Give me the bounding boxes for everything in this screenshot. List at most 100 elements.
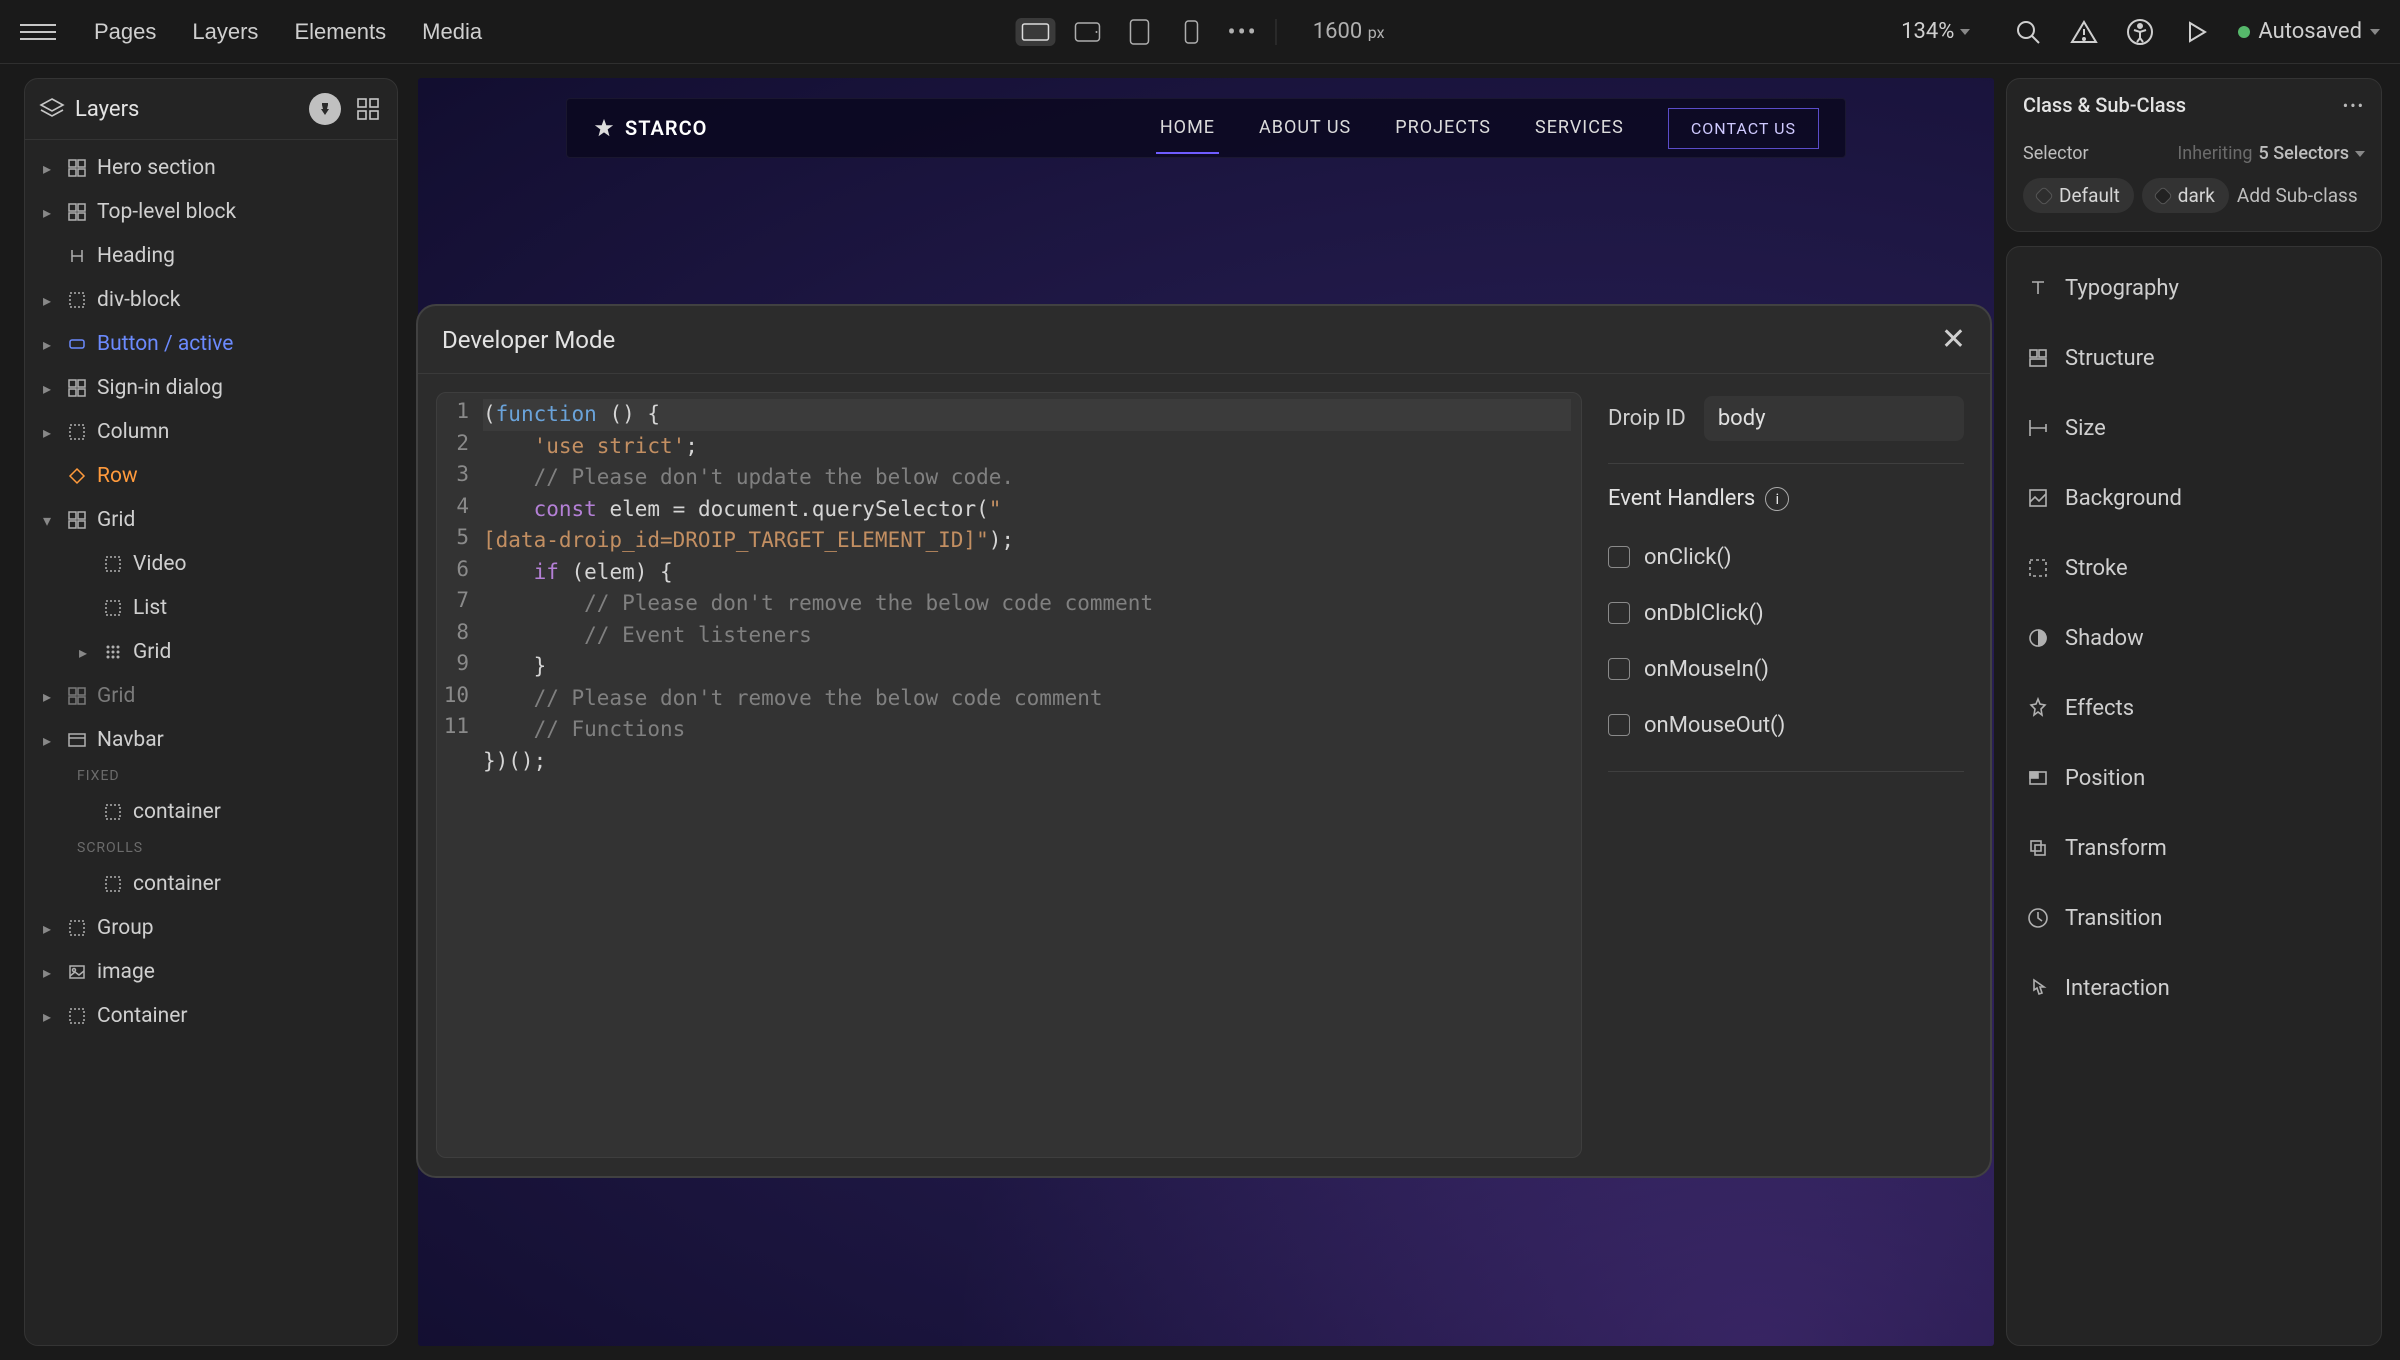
event-onmouseout[interactable]: onMouseOut(): [1608, 697, 1964, 753]
preview-link-about[interactable]: ABOUT US: [1255, 103, 1355, 154]
mobile-icon[interactable]: [1171, 18, 1211, 46]
warning-icon[interactable]: [2070, 18, 2098, 46]
expand-toggle-icon[interactable]: ▸: [37, 379, 57, 398]
developer-mode-modal: Developer Mode ✕ 1234567891011 (function…: [416, 304, 1992, 1178]
class-panel-more-icon[interactable]: •••: [2343, 96, 2365, 115]
prop-typography[interactable]: Typography: [2007, 253, 2381, 323]
layer-label: Navbar: [97, 728, 164, 752]
div-icon: [65, 288, 89, 312]
prop-stroke[interactable]: Stroke: [2007, 533, 2381, 603]
expand-toggle-icon[interactable]: ▸: [37, 203, 57, 222]
layer-item[interactable]: container: [25, 862, 397, 906]
expand-toggle-icon[interactable]: ▸: [37, 731, 57, 750]
droip-id-value[interactable]: body: [1704, 396, 1964, 441]
menu-icon[interactable]: [20, 14, 56, 50]
grid-icon[interactable]: [355, 96, 381, 122]
prop-shadow[interactable]: Shadow: [2007, 603, 2381, 673]
desktop-icon[interactable]: [1015, 18, 1055, 46]
layer-item[interactable]: ▸image: [25, 950, 397, 994]
layers-icon: [39, 96, 65, 122]
layer-item[interactable]: Video: [25, 542, 397, 586]
preview-brand-text: STARCO: [625, 116, 707, 140]
add-subclass[interactable]: Add Sub-class: [2237, 184, 2358, 207]
prop-transform[interactable]: Transform: [2007, 813, 2381, 883]
expand-toggle-icon[interactable]: ▸: [37, 335, 57, 354]
preview-link-projects[interactable]: PROJECTS: [1391, 103, 1495, 154]
layer-item[interactable]: Heading: [25, 234, 397, 278]
layer-item[interactable]: ▾Grid: [25, 498, 397, 542]
accessibility-icon[interactable]: [2126, 18, 2154, 46]
layer-item[interactable]: ▸div-block: [25, 278, 397, 322]
layer-item[interactable]: Row: [25, 454, 397, 498]
prop-label: Effects: [2065, 696, 2134, 721]
checkbox-icon[interactable]: [1608, 602, 1630, 624]
checkbox-icon[interactable]: [1608, 714, 1630, 736]
layer-item[interactable]: ▸ Navbar: [25, 718, 397, 762]
tablet-portrait-icon[interactable]: [1119, 18, 1159, 46]
layer-item[interactable]: ▸Button / active: [25, 322, 397, 366]
class-pill-default[interactable]: Default: [2023, 178, 2134, 213]
preview-link-home[interactable]: HOME: [1156, 103, 1219, 154]
pin-icon[interactable]: [309, 93, 341, 125]
event-ondblclick[interactable]: onDblClick(): [1608, 585, 1964, 641]
tab-elements[interactable]: Elements: [280, 11, 400, 53]
expand-toggle-icon[interactable]: ▸: [37, 687, 57, 706]
info-icon[interactable]: i: [1765, 487, 1789, 511]
preview-cta-button[interactable]: CONTACT US: [1668, 108, 1819, 149]
tab-pages[interactable]: Pages: [80, 11, 170, 53]
event-handlers-label: Event Handlers: [1608, 486, 1755, 511]
event-onmousein[interactable]: onMouseIn(): [1608, 641, 1964, 697]
expand-toggle-icon[interactable]: ▸: [37, 423, 57, 442]
autosave-status[interactable]: Autosaved: [2238, 19, 2380, 44]
heading-icon: [65, 244, 89, 268]
layer-label: Row: [97, 464, 138, 488]
prop-effects[interactable]: Effects: [2007, 673, 2381, 743]
checkbox-icon[interactable]: [1608, 546, 1630, 568]
preview-link-services[interactable]: SERVICES: [1531, 103, 1628, 154]
expand-toggle-icon[interactable]: ▸: [37, 291, 57, 310]
play-icon[interactable]: [2182, 18, 2210, 46]
layer-item[interactable]: List: [25, 586, 397, 630]
layer-item[interactable]: ▸Container: [25, 994, 397, 1038]
layer-item[interactable]: ▸ Top-level block: [25, 190, 397, 234]
expand-toggle-icon[interactable]: ▸: [73, 643, 93, 662]
transition-icon: [2025, 905, 2051, 931]
prop-interaction[interactable]: Interaction: [2007, 953, 2381, 1023]
expand-toggle-icon[interactable]: ▸: [37, 919, 57, 938]
code-editor[interactable]: 1234567891011 (function () { 'use strict…: [436, 392, 1582, 1158]
prop-structure[interactable]: Structure: [2007, 323, 2381, 393]
zoom-control[interactable]: 134%: [1901, 19, 1970, 44]
prop-transition[interactable]: Transition: [2007, 883, 2381, 953]
viewport-unit: px: [1368, 23, 1385, 42]
tab-layers[interactable]: Layers: [178, 11, 272, 53]
prop-background[interactable]: Background: [2007, 463, 2381, 533]
div-icon: [65, 916, 89, 940]
expand-toggle-icon[interactable]: ▾: [37, 511, 57, 530]
selector-label: Selector: [2023, 143, 2089, 164]
expand-toggle-icon[interactable]: ▸: [37, 1007, 57, 1026]
expand-toggle-icon[interactable]: ▸: [37, 963, 57, 982]
layer-item[interactable]: container: [25, 790, 397, 834]
class-pill-dark[interactable]: dark: [2142, 178, 2229, 213]
layer-item[interactable]: ▸Grid: [25, 630, 397, 674]
layer-item[interactable]: ▸Sign-in dialog: [25, 366, 397, 410]
more-devices-icon[interactable]: •••: [1227, 18, 1257, 46]
inheriting-info[interactable]: Inheriting 5 Selectors: [2177, 143, 2365, 164]
layer-item[interactable]: ▸Hero section: [25, 146, 397, 190]
close-icon[interactable]: ✕: [1941, 322, 1966, 357]
tab-media[interactable]: Media: [408, 11, 496, 53]
checkbox-icon[interactable]: [1608, 658, 1630, 680]
layer-item[interactable]: ▸Grid: [25, 674, 397, 718]
event-onclick[interactable]: onClick(): [1608, 529, 1964, 585]
search-icon[interactable]: [2014, 18, 2042, 46]
viewport-size[interactable]: 1600 px: [1313, 19, 1385, 44]
layer-item[interactable]: ▸Group: [25, 906, 397, 950]
expand-toggle-icon[interactable]: ▸: [37, 159, 57, 178]
properties-panel: TypographyStructureSizeBackgroundStrokeS…: [2006, 246, 2382, 1346]
inherit-count: 5 Selectors: [2259, 143, 2350, 164]
layer-item[interactable]: ▸Column: [25, 410, 397, 454]
prop-position[interactable]: Position: [2007, 743, 2381, 813]
tablet-landscape-icon[interactable]: [1067, 18, 1107, 46]
prop-size[interactable]: Size: [2007, 393, 2381, 463]
layer-label: Top-level block: [97, 200, 236, 224]
